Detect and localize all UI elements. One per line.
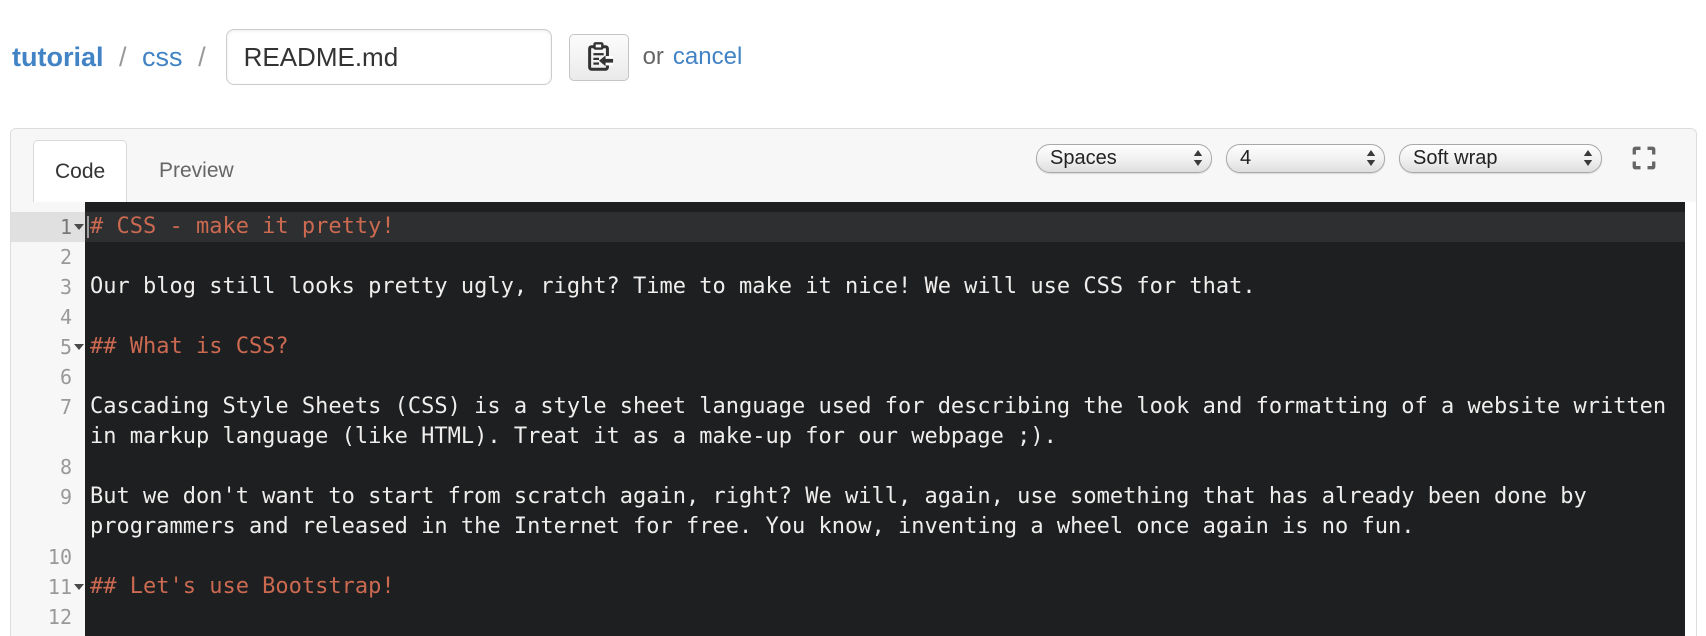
line-number: 11 [11,572,85,602]
select-value: Soft wrap [1413,146,1498,169]
line-number: 3 [59,275,72,299]
line-text[interactable]: But we don't want to start from scratch … [85,482,1685,542]
editor-line: 12 [11,602,1685,632]
text-cursor [87,216,89,238]
editor-toolbar: Code Preview Spaces 4 Soft wrap [11,129,1696,202]
editor-controls: Spaces 4 Soft wrap [1036,142,1660,174]
editor-lines: 1 # CSS - make it pretty! 2 3 Our blog still… [11,202,1696,636]
editor-line: 3 Our blog still looks pretty ugly, right… [11,272,1685,302]
breadcrumb-separator: / [119,41,127,72]
editor-line: 6 [11,362,1685,392]
fold-arrow-icon[interactable] [74,344,84,350]
line-text[interactable] [85,302,1685,332]
tab-code[interactable]: Code [33,140,128,202]
line-text[interactable] [85,362,1685,392]
line-text[interactable]: Bootstrap is one of the most popular HTM… [85,632,1685,636]
or-text: or [642,43,664,70]
line-number: 1 [11,212,85,242]
line-text[interactable]: Our blog still looks pretty ugly, right?… [85,272,1685,302]
fullscreen-icon [1630,144,1658,172]
line-number: 2 [59,245,72,269]
line-text[interactable] [85,542,1685,572]
line-text[interactable]: Cascading Style Sheets (CSS) is a style … [85,392,1685,452]
line-number: 5 [11,332,85,362]
line-number: 4 [59,305,72,329]
editor-line: 11 ## Let's use Bootstrap! [11,572,1685,602]
select-value: 4 [1240,146,1252,169]
editor-panel: Code Preview Spaces 4 Soft wrap 1 # CSS - m… [10,128,1697,636]
code-editor[interactable]: 1 # CSS - make it pretty! 2 3 Our blog still… [11,202,1696,636]
filename-input[interactable] [225,29,552,85]
line-number: 12 [47,605,72,629]
fold-arrow-icon[interactable] [74,584,84,590]
line-text[interactable] [85,452,1685,482]
tab-preview[interactable]: Preview [149,140,244,202]
paste-button[interactable] [568,33,629,81]
breadcrumb: tutorial / css / [12,42,214,73]
repo-link[interactable]: tutorial [12,42,104,72]
editor-line: 13Bootstrap is one of the most popular H… [11,632,1685,636]
select-stepper-icon [1366,150,1376,166]
line-number: 13 [11,632,85,636]
line-number: 8 [59,455,72,479]
line-text[interactable]: ## What is CSS? [85,332,1685,362]
line-number: 10 [47,545,72,569]
line-wrap-select[interactable]: Soft wrap [1399,143,1602,173]
select-value: Spaces [1050,146,1117,169]
editor-line: 8 [11,452,1685,482]
indent-mode-select[interactable]: Spaces [1036,143,1212,173]
editor-line: 9 But we don't want to start from scratch… [11,482,1685,542]
line-text[interactable]: # CSS - make it pretty! [85,212,1685,242]
line-number: 6 [59,365,72,389]
line-text[interactable] [85,242,1685,272]
line-number: 7 [59,395,72,419]
line-text[interactable]: ## Let's use Bootstrap! [85,572,1685,602]
path-link[interactable]: css [142,42,183,72]
select-stepper-icon [1193,150,1203,166]
line-text[interactable] [85,602,1685,632]
editor-line: 2 [11,242,1685,272]
fullscreen-button[interactable] [1628,142,1660,174]
indent-size-select[interactable]: 4 [1226,143,1385,173]
fold-arrow-icon[interactable] [74,224,84,230]
editor-line: 5 ## What is CSS? [11,332,1685,362]
editor-line: 10 [11,542,1685,572]
cancel-link[interactable]: cancel [673,43,742,71]
editor-line: 4 [11,302,1685,332]
line-number: 9 [59,485,72,509]
editor-line: 7 Cascading Style Sheets (CSS) is a style… [11,392,1685,452]
paste-icon [584,41,614,73]
breadcrumb-separator: / [198,41,206,72]
breadcrumb-bar: tutorial / css / or cancel [0,0,1706,128]
editor-line: 1 # CSS - make it pretty! [11,212,1685,242]
select-stepper-icon [1583,150,1593,166]
